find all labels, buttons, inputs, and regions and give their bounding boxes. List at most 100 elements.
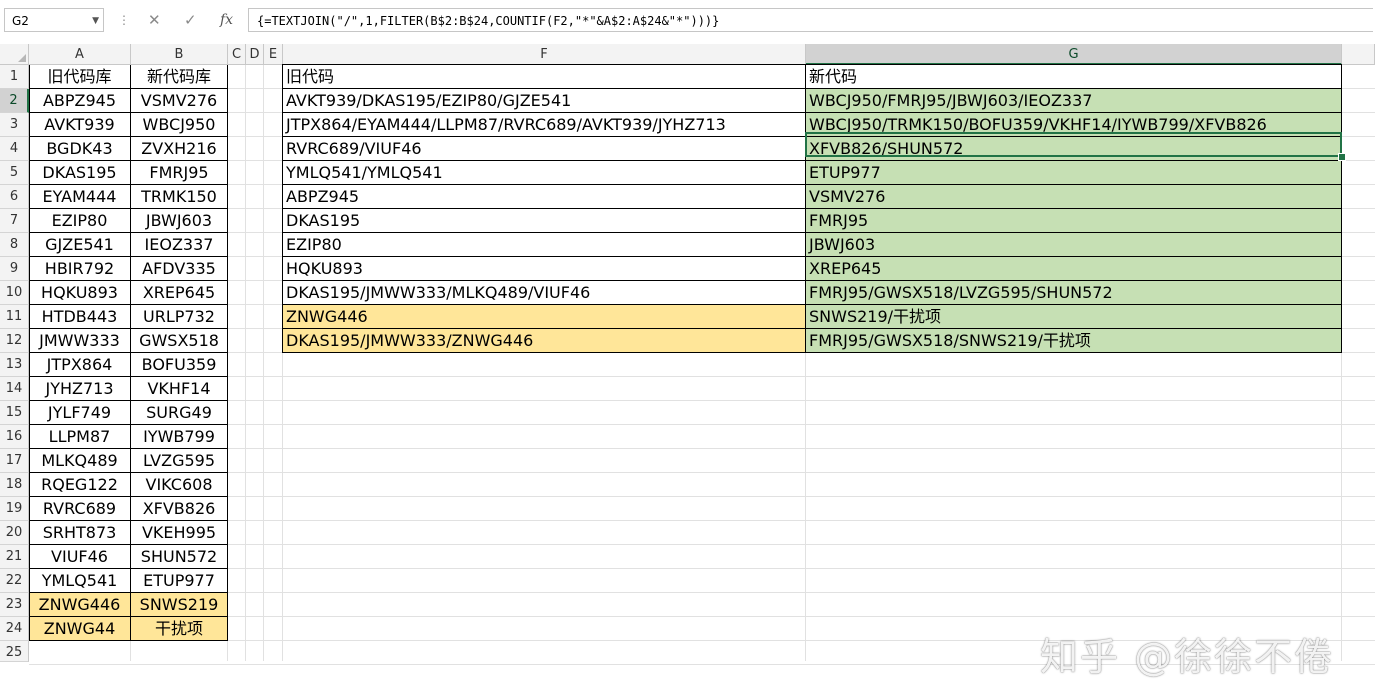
new-code-result-cell[interactable]: FMRJ95/GWSX518/LVZG595/SHUN572 [806,281,1342,305]
row-header-3[interactable]: 3 [0,113,29,137]
new-code-cell[interactable]: VIKC608 [131,473,228,497]
old-code-cell[interactable]: ZNWG446 [29,593,131,617]
formula-input[interactable]: {=TEXTJOIN("/",1,FILTER(B$2:B$24,COUNTIF… [248,8,1373,32]
row-header-22[interactable]: 22 [0,569,29,593]
old-code-combined-cell[interactable]: RVRC689/VIUF46 [283,137,806,161]
old-code-cell[interactable]: GJZE541 [29,233,131,257]
new-code-cell[interactable]: JBWJ603 [131,209,228,233]
old-code-cell[interactable]: RQEG122 [29,473,131,497]
new-code-result-cell[interactable]: VSMV276 [806,185,1342,209]
old-code-cell[interactable]: SRHT873 [29,521,131,545]
old-code-cell[interactable]: EZIP80 [29,209,131,233]
header-cell-new-code-library[interactable]: 新代码库 [131,65,228,89]
new-code-cell[interactable]: SURG49 [131,401,228,425]
old-code-cell[interactable]: MLKQ489 [29,449,131,473]
old-code-cell[interactable]: HQKU893 [29,281,131,305]
new-code-result-cell[interactable]: XFVB826/SHUN572 [806,137,1342,161]
new-code-result-cell[interactable]: WBCJ950/FMRJ95/JBWJ603/IEOZ337 [806,89,1342,113]
new-code-cell[interactable]: WBCJ950 [131,113,228,137]
old-code-combined-cell[interactable]: DKAS195/JMWW333/ZNWG446 [283,329,806,353]
new-code-result-cell[interactable]: FMRJ95 [806,209,1342,233]
old-code-combined-cell[interactable]: AVKT939/DKAS195/EZIP80/GJZE541 [283,89,806,113]
old-code-cell[interactable]: EYAM444 [29,185,131,209]
more-options-icon[interactable]: ⋮ [118,10,130,30]
new-code-cell[interactable]: XFVB826 [131,497,228,521]
new-code-cell[interactable]: IYWB799 [131,425,228,449]
new-code-cell[interactable]: IEOZ337 [131,233,228,257]
row-header-25[interactable]: 25 [0,641,29,662]
row-header-24[interactable]: 24 [0,617,29,641]
old-code-combined-cell[interactable]: YMLQ541/YMLQ541 [283,161,806,185]
new-code-cell[interactable]: XREP645 [131,281,228,305]
new-code-cell[interactable]: ZVXH216 [131,137,228,161]
name-box[interactable]: G2 ▼ [4,8,104,32]
select-all-button[interactable] [0,44,29,65]
new-code-cell[interactable]: URLP732 [131,305,228,329]
row-header-6[interactable]: 6 [0,185,29,209]
row-header-7[interactable]: 7 [0,209,29,233]
row-header-11[interactable]: 11 [0,305,29,329]
row-header-2[interactable]: 2 [0,89,29,113]
old-code-cell[interactable]: HBIR792 [29,257,131,281]
new-code-cell[interactable]: VKEH995 [131,521,228,545]
column-header-C[interactable]: C [228,44,246,65]
new-code-cell[interactable]: 干扰项 [131,617,228,641]
column-header-B[interactable]: B [131,44,228,65]
row-header-8[interactable]: 8 [0,233,29,257]
row-header-9[interactable]: 9 [0,257,29,281]
old-code-cell[interactable]: YMLQ541 [29,569,131,593]
new-code-cell[interactable]: SNWS219 [131,593,228,617]
old-code-cell[interactable]: HTDB443 [29,305,131,329]
old-code-cell[interactable]: JYHZ713 [29,377,131,401]
new-code-cell[interactable]: ETUP977 [131,569,228,593]
old-code-cell[interactable]: ABPZ945 [29,89,131,113]
header-cell-old-code-library[interactable]: 旧代码库 [29,65,131,89]
old-code-cell[interactable]: JMWW333 [29,329,131,353]
row-header-21[interactable]: 21 [0,545,29,569]
old-code-cell[interactable]: LLPM87 [29,425,131,449]
column-header-F[interactable]: F [283,44,806,65]
column-header-D[interactable]: D [246,44,264,65]
worksheet-grid[interactable]: ABCDEFG 1 2 3 4 5 6 7 8 9 10 11 12 13 14 15 16 17 18 19 20 2… [0,44,1375,679]
new-code-cell[interactable]: VKHF14 [131,377,228,401]
old-code-cell[interactable]: ZNWG44 [29,617,131,641]
new-code-result-cell[interactable]: JBWJ603 [806,233,1342,257]
row-header-18[interactable]: 18 [0,473,29,497]
old-code-combined-cell[interactable]: DKAS195/JMWW333/MLKQ489/VIUF46 [283,281,806,305]
row-header-19[interactable]: 19 [0,497,29,521]
header-cell-old-code[interactable]: 旧代码 [283,65,806,89]
column-header-E[interactable]: E [264,44,283,65]
row-header-5[interactable]: 5 [0,161,29,185]
chevron-down-icon[interactable]: ▼ [92,9,99,33]
row-header-23[interactable]: 23 [0,593,29,617]
column-header-A[interactable]: A [29,44,131,65]
fill-handle[interactable] [1338,153,1346,161]
row-header-16[interactable]: 16 [0,425,29,449]
confirm-icon[interactable]: ✓ [184,10,197,30]
row-header-4[interactable]: 4 [0,137,29,161]
old-code-combined-cell[interactable]: ABPZ945 [283,185,806,209]
row-header-10[interactable]: 10 [0,281,29,305]
row-header-15[interactable]: 15 [0,401,29,425]
row-header-20[interactable]: 20 [0,521,29,545]
row-header-1[interactable]: 1 [0,65,29,89]
new-code-result-cell[interactable]: WBCJ950/TRMK150/BOFU359/VKHF14/IYWB799/X… [806,113,1342,137]
old-code-cell[interactable]: AVKT939 [29,113,131,137]
new-code-cell[interactable]: SHUN572 [131,545,228,569]
insert-function-icon[interactable]: fx [220,10,233,30]
new-code-cell[interactable]: GWSX518 [131,329,228,353]
column-header-G[interactable]: G [806,44,1342,65]
row-header-13[interactable]: 13 [0,353,29,377]
new-code-result-cell[interactable]: SNWS219/干扰项 [806,305,1342,329]
old-code-cell[interactable]: DKAS195 [29,161,131,185]
cancel-icon[interactable]: ✕ [148,10,161,30]
old-code-cell[interactable]: RVRC689 [29,497,131,521]
new-code-cell[interactable]: VSMV276 [131,89,228,113]
new-code-result-cell[interactable]: XREP645 [806,257,1342,281]
row-header-14[interactable]: 14 [0,377,29,401]
old-code-combined-cell[interactable]: JTPX864/EYAM444/LLPM87/RVRC689/AVKT939/J… [283,113,806,137]
new-code-result-cell[interactable]: ETUP977 [806,161,1342,185]
new-code-result-cell[interactable]: FMRJ95/GWSX518/SNWS219/干扰项 [806,329,1342,353]
row-header-17[interactable]: 17 [0,449,29,473]
new-code-cell[interactable]: LVZG595 [131,449,228,473]
